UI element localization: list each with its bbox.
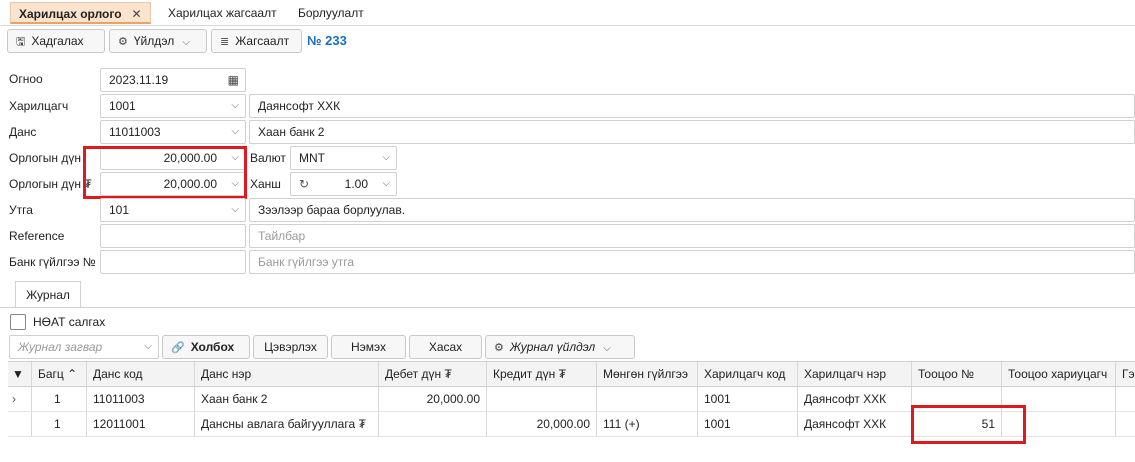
add-button[interactable]: Нэмэх xyxy=(331,335,406,359)
partner-label: Харилцагч xyxy=(9,99,69,113)
vat-checkbox[interactable] xyxy=(10,314,26,330)
gear-icon: ⚙ xyxy=(494,342,504,354)
cell-account-name[interactable]: Хаан банк 2 xyxy=(195,387,379,411)
column-header[interactable]: Данс код xyxy=(87,362,195,386)
calendar-icon[interactable]: ▦ xyxy=(228,69,239,91)
date-field[interactable]: 2023.11.19 ▦ xyxy=(100,68,246,92)
cell-credit[interactable]: 20,000.00 xyxy=(487,412,597,436)
row-expander-icon[interactable]: › xyxy=(8,387,32,411)
tab-bar: Харилцах орлого ✕ Харилцах жагсаалт Борлу… xyxy=(0,0,1135,26)
cell-partner-name[interactable]: Даянсофт ХХК xyxy=(798,412,912,436)
save-button[interactable]: 🖫 Хадгалах xyxy=(7,29,105,53)
cell-partner-code[interactable]: 1001 xyxy=(698,412,798,436)
divider xyxy=(0,307,1135,308)
description-input[interactable]: Тайлбар xyxy=(249,224,1135,248)
column-header[interactable]: Дебет дүн ₮ xyxy=(379,362,487,386)
cell-partner-name[interactable]: Даянсофт ХХК xyxy=(798,387,912,411)
chevron-down-icon: ⌵ xyxy=(182,37,190,48)
currency-select[interactable]: MNT ⌵ xyxy=(290,146,397,170)
chevron-down-icon: ⌵ xyxy=(382,178,390,189)
link-icon: 🔗 xyxy=(171,342,185,354)
cell-account-name[interactable]: Дансны авлага байгууллага ₮ xyxy=(195,412,379,436)
gear-icon: ⚙ xyxy=(118,36,128,48)
clear-button[interactable]: Цэвэрлэх xyxy=(253,335,328,359)
row-expander-icon[interactable] xyxy=(8,412,32,436)
link-button[interactable]: 🔗 Холбох xyxy=(162,335,250,359)
highlight-box-settlement xyxy=(911,405,1026,444)
date-label: Огноо xyxy=(9,72,43,86)
journal-template-select[interactable]: Журнал загвар ⌵ xyxy=(9,335,159,359)
vat-label: НӨАТ салгах xyxy=(33,315,106,329)
column-header[interactable]: Харилцагч нэр xyxy=(798,362,912,386)
document-number: № 233 xyxy=(307,33,347,48)
rate-label: Ханш xyxy=(250,177,281,191)
chevron-down-icon: ⌵ xyxy=(231,100,239,111)
cell-batch[interactable]: 1 xyxy=(32,412,87,436)
floppy-disk-icon: 🖫 xyxy=(16,36,26,48)
column-header[interactable]: Тооцоо № xyxy=(912,362,1002,386)
close-icon[interactable]: ✕ xyxy=(132,7,142,21)
bank-tx-text-input[interactable]: Банк гүйлгээ утга xyxy=(249,250,1135,274)
grid-header: ▼ Багц ⌃ Данс код Данс нэр Дебет дүн ₮ К… xyxy=(8,361,1135,387)
list-icon: ≣ xyxy=(220,36,230,48)
cell-partner-code[interactable]: 1001 xyxy=(698,387,798,411)
tab-label: Харилцах орлого xyxy=(19,7,122,21)
column-header[interactable]: Харилцагч код xyxy=(698,362,798,386)
account-label: Данс xyxy=(9,125,37,139)
cell-debit[interactable] xyxy=(379,412,487,436)
column-header[interactable]: Багц ⌃ xyxy=(32,362,87,386)
tab-journal[interactable]: Журнал xyxy=(15,281,81,308)
rate-input[interactable]: ↻ 1.00 ⌵ xyxy=(290,172,397,196)
cell-account-code[interactable]: 12011001 xyxy=(87,412,195,436)
chevron-down-icon: ⌵ xyxy=(603,343,611,354)
cell-cash-flow[interactable]: 111 (+) xyxy=(597,412,698,436)
column-header[interactable]: Гэ xyxy=(1116,362,1135,386)
purpose-label: Утга xyxy=(9,203,33,217)
currency-label: Валют xyxy=(250,151,286,165)
chevron-down-icon: ⌵ xyxy=(231,126,239,137)
highlight-box-amounts xyxy=(83,146,247,199)
cell-credit[interactable] xyxy=(487,387,597,411)
bank-tx-label: Банк гүйлгээ № xyxy=(9,255,96,269)
column-header[interactable]: Кредит дүн ₮ xyxy=(487,362,597,386)
tab-partner-list[interactable]: Харилцах жагсаалт xyxy=(160,2,285,24)
tab-partner-income[interactable]: Харилцах орлого ✕ xyxy=(10,2,151,24)
account-code-select[interactable]: 11011003 ⌵ xyxy=(100,120,246,144)
cell-account-code[interactable]: 11011003 xyxy=(87,387,195,411)
purpose-text-field[interactable]: Зээлээр бараа борлуулав. xyxy=(249,198,1135,222)
chevron-down-icon: ⌵ xyxy=(382,152,390,163)
chevron-down-icon: ⌵ xyxy=(231,204,239,215)
refresh-icon[interactable]: ↻ xyxy=(299,177,309,191)
column-header[interactable]: Мөнгөн гүйлгээ xyxy=(597,362,698,386)
column-header[interactable]: Тооцоо хариуцагч xyxy=(1002,362,1116,386)
chevron-down-icon: ⌵ xyxy=(144,341,152,352)
cell-cash-flow[interactable] xyxy=(597,387,698,411)
filter-icon[interactable]: ▼ xyxy=(8,362,32,386)
sort-ascending-icon: ⌃ xyxy=(67,367,78,381)
reference-input[interactable] xyxy=(100,224,246,248)
list-button[interactable]: ≣ Жагсаалт xyxy=(211,29,302,53)
reference-label: Reference xyxy=(9,229,65,243)
partner-name-field: Даянсофт ХХК xyxy=(249,94,1135,118)
purpose-code-select[interactable]: 101 ⌵ xyxy=(100,198,246,222)
delete-button[interactable]: Хасах xyxy=(409,335,482,359)
tab-sales[interactable]: Борлуулалт xyxy=(290,2,372,24)
partner-code-select[interactable]: 1001 ⌵ xyxy=(100,94,246,118)
account-name-field: Хаан банк 2 xyxy=(249,120,1135,144)
action-dropdown-button[interactable]: ⚙ Үйлдэл ⌵ xyxy=(109,29,207,53)
cell-debit[interactable]: 20,000.00 xyxy=(379,387,487,411)
cell-batch[interactable]: 1 xyxy=(32,387,87,411)
bank-tx-input[interactable] xyxy=(100,250,246,274)
journal-action-button[interactable]: ⚙ Журнал үйлдэл ⌵ xyxy=(485,335,635,359)
column-header[interactable]: Данс нэр xyxy=(195,362,379,386)
